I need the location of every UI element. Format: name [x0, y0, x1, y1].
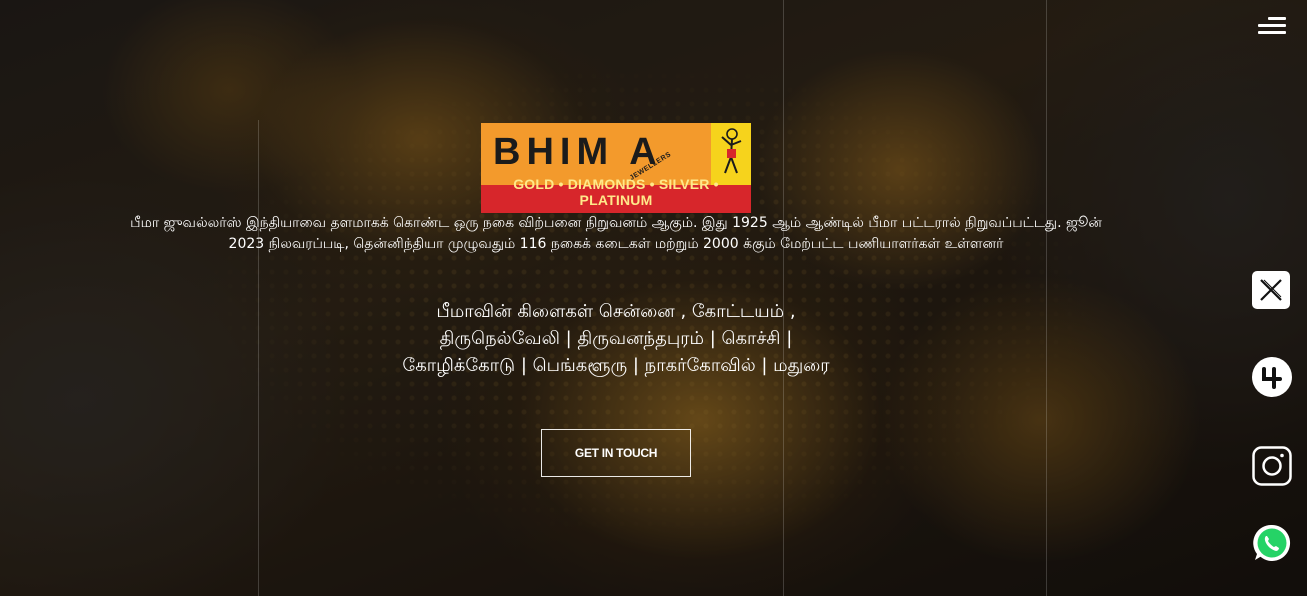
whatsapp-icon[interactable]	[1252, 523, 1292, 563]
hamburger-menu-icon[interactable]	[1258, 17, 1286, 37]
threads-icon[interactable]	[1252, 357, 1292, 397]
instagram-glyph	[1252, 446, 1292, 486]
x-twitter-icon[interactable]	[1252, 271, 1290, 309]
about-paragraph: பீமா ஜுவல்லர்ஸ் இந்தியாவை தளமாகக் கொண்ட …	[130, 215, 1102, 252]
threads-glyph	[1252, 357, 1292, 397]
grid-line	[258, 120, 259, 596]
instagram-icon[interactable]	[1252, 446, 1292, 486]
whatsapp-glyph	[1253, 524, 1291, 561]
get-in-touch-button[interactable]: GET IN TOUCH	[541, 429, 691, 477]
grid-line	[1046, 0, 1047, 596]
menu-bar	[1268, 17, 1286, 20]
x-twitter-glyph	[1260, 279, 1282, 301]
menu-bar	[1258, 31, 1286, 34]
hero-background: BHIM A JEWELLERS GOLD • DIAMONDS • SILVE…	[0, 0, 1307, 596]
logo-wordmark: BHIM A	[493, 131, 663, 173]
branches-list: பீமாவின் கிளைகள் சென்னை , கோட்டயம் , திர…	[402, 301, 830, 376]
bhima-logo[interactable]: BHIM A JEWELLERS GOLD • DIAMONDS • SILVE…	[481, 123, 751, 213]
logo-tagline: GOLD • DIAMONDS • SILVER • PLATINUM	[513, 176, 719, 208]
menu-bar	[1258, 24, 1286, 27]
logo-mascot-icon	[721, 128, 742, 174]
